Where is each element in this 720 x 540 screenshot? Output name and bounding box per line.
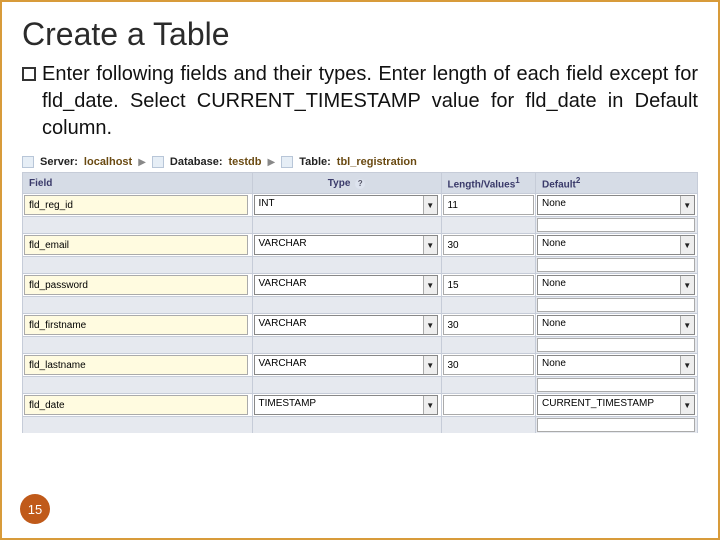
instruction-block: Enter following fields and their types. …	[22, 61, 698, 152]
chevron-down-icon: ▼	[680, 236, 694, 254]
type-select-value: INT	[255, 196, 423, 214]
default-select[interactable]: None▼	[537, 275, 695, 295]
chevron-right-icon: ▶	[138, 157, 146, 168]
chevron-down-icon: ▼	[423, 196, 437, 214]
default-select[interactable]: CURRENT_TIMESTAMP▼	[537, 395, 695, 415]
type-select-value: TIMESTAMP	[255, 396, 423, 414]
table-row-spacer	[23, 297, 698, 314]
table-row-spacer	[23, 257, 698, 274]
default-select[interactable]: None▼	[537, 315, 695, 335]
default-select-value: None	[538, 356, 680, 374]
type-select[interactable]: VARCHAR▼	[254, 355, 438, 375]
server-value[interactable]: localhost	[84, 156, 132, 168]
table-row: VARCHAR▼None▼	[23, 234, 698, 257]
table-row: VARCHAR▼None▼	[23, 274, 698, 297]
length-input[interactable]	[443, 195, 535, 215]
default-select-value: None	[538, 316, 680, 334]
table-row-spacer	[23, 377, 698, 394]
chevron-down-icon: ▼	[423, 396, 437, 414]
default-select[interactable]: None▼	[537, 355, 695, 375]
default-value-input[interactable]	[537, 218, 695, 232]
length-input[interactable]	[443, 275, 535, 295]
slide-frame: Create a Table Enter following fields an…	[0, 0, 720, 540]
table-row: VARCHAR▼None▼	[23, 354, 698, 377]
header-default: Default2	[536, 173, 698, 194]
chevron-down-icon: ▼	[423, 356, 437, 374]
page-title: Create a Table	[22, 16, 698, 53]
field-name-input[interactable]	[24, 355, 248, 375]
table-row: VARCHAR▼None▼	[23, 314, 698, 337]
type-select[interactable]: INT▼	[254, 195, 438, 215]
columns-editor-table: Field Type ? Length/Values1 Default2 INT…	[22, 172, 698, 433]
chevron-down-icon: ▼	[680, 356, 694, 374]
type-select-value: VARCHAR	[255, 356, 423, 374]
chevron-down-icon: ▼	[680, 276, 694, 294]
server-icon	[22, 156, 34, 168]
field-name-input[interactable]	[24, 315, 248, 335]
header-type: Type ?	[252, 173, 441, 194]
breadcrumb: Server: localhost ▶ Database: testdb ▶ T…	[22, 156, 698, 168]
type-select[interactable]: TIMESTAMP▼	[254, 395, 438, 415]
table-row: INT▼None▼	[23, 194, 698, 217]
chevron-down-icon: ▼	[680, 196, 694, 214]
default-select-value: CURRENT_TIMESTAMP	[538, 396, 680, 414]
header-field: Field	[23, 173, 253, 194]
instruction-text: Enter following fields and their types. …	[42, 61, 698, 142]
chevron-down-icon: ▼	[423, 236, 437, 254]
type-select-value: VARCHAR	[255, 316, 423, 334]
length-input[interactable]	[443, 395, 535, 415]
chevron-right-icon: ▶	[268, 157, 276, 168]
default-value-input[interactable]	[537, 378, 695, 392]
table-row-spacer	[23, 417, 698, 434]
default-value-input[interactable]	[537, 338, 695, 352]
default-select-value: None	[538, 196, 680, 214]
field-name-input[interactable]	[24, 195, 248, 215]
server-label: Server:	[40, 156, 78, 168]
type-select[interactable]: VARCHAR▼	[254, 235, 438, 255]
length-input[interactable]	[443, 315, 535, 335]
field-name-input[interactable]	[24, 275, 248, 295]
chevron-down-icon: ▼	[423, 316, 437, 334]
field-name-input[interactable]	[24, 235, 248, 255]
table-header-row: Field Type ? Length/Values1 Default2	[23, 173, 698, 194]
table-row-spacer	[23, 337, 698, 354]
table-label: Table:	[299, 156, 331, 168]
default-value-input[interactable]	[537, 258, 695, 272]
chevron-down-icon: ▼	[423, 276, 437, 294]
default-value-input[interactable]	[537, 298, 695, 312]
field-name-input[interactable]	[24, 395, 248, 415]
chevron-down-icon: ▼	[680, 396, 694, 414]
help-icon[interactable]: ?	[355, 179, 365, 189]
table-row: TIMESTAMP▼CURRENT_TIMESTAMP▼	[23, 394, 698, 417]
database-label: Database:	[170, 156, 223, 168]
default-select[interactable]: None▼	[537, 235, 695, 255]
header-length: Length/Values1	[441, 173, 536, 194]
default-select[interactable]: None▼	[537, 195, 695, 215]
length-input[interactable]	[443, 355, 535, 375]
default-select-value: None	[538, 276, 680, 294]
table-value[interactable]: tbl_registration	[337, 156, 417, 168]
default-value-input[interactable]	[537, 418, 695, 432]
type-select-value: VARCHAR	[255, 236, 423, 254]
type-select[interactable]: VARCHAR▼	[254, 315, 438, 335]
default-select-value: None	[538, 236, 680, 254]
table-row-spacer	[23, 217, 698, 234]
length-input[interactable]	[443, 235, 535, 255]
type-select[interactable]: VARCHAR▼	[254, 275, 438, 295]
table-icon	[281, 156, 293, 168]
database-value[interactable]: testdb	[229, 156, 262, 168]
page-number-badge: 15	[20, 494, 50, 524]
type-select-value: VARCHAR	[255, 276, 423, 294]
database-icon	[152, 156, 164, 168]
bullet-square-icon	[22, 67, 36, 81]
chevron-down-icon: ▼	[680, 316, 694, 334]
